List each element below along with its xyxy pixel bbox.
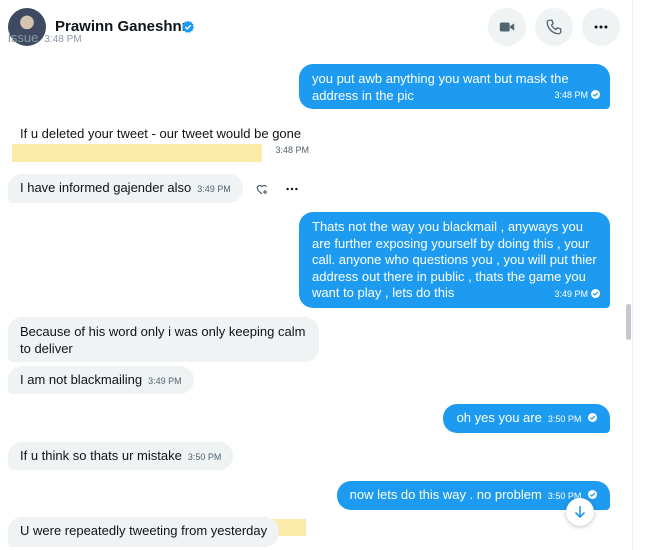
scrollbar-thumb[interactable]	[626, 304, 631, 340]
more-button[interactable]	[582, 8, 620, 46]
message-bubble[interactable]: U were repeatedly tweeting from yesterda…	[8, 517, 280, 547]
voice-call-button[interactable]	[535, 8, 573, 46]
scroll-to-bottom-button[interactable]	[566, 498, 594, 526]
message-time: 3:49 PM	[554, 286, 600, 303]
message-time: 3:48 PM	[275, 144, 309, 155]
conversation-panel: you put awb anything you want but mask t…	[0, 0, 632, 550]
scrollbar-track[interactable]	[632, 0, 663, 550]
read-check-icon	[588, 413, 597, 422]
phone-icon	[546, 19, 562, 35]
read-check-icon	[591, 289, 600, 299]
message-bubble[interactable]: If u think so thats ur mistake 3:50 PM	[8, 442, 234, 470]
message-time: 3:49 PM	[197, 184, 231, 194]
verified-badge-icon	[181, 20, 195, 33]
more-icon	[594, 25, 608, 29]
message-bubble[interactable]: Thats not the way you blackmail , anyway…	[299, 212, 610, 308]
message-time: 3:50 PM	[187, 452, 222, 462]
conversation-header: Prawinn Ganeshnn	[0, 0, 632, 52]
video-call-icon	[499, 22, 515, 32]
message-text: U were repeatedly tweeting from yesterda…	[20, 523, 268, 538]
more-options-icon[interactable]	[285, 182, 299, 196]
message-bubble[interactable]: If u deleted your tweet - our tweet woul…	[8, 119, 319, 164]
message-text: now lets do this way . no problem	[349, 487, 542, 502]
read-check-icon	[591, 90, 600, 100]
message-text: I have informed gajender also	[20, 180, 192, 195]
react-icon[interactable]	[255, 182, 269, 196]
message-text: If u think so thats ur mistake	[20, 448, 182, 463]
message-time: 3:48 PM	[554, 87, 600, 104]
message-text: issue	[8, 30, 39, 45]
message-text: oh yes you are	[456, 410, 542, 425]
previous-message-fragment: issue 3:48 PM	[8, 30, 82, 45]
message-text: If u deleted your tweet - our tweet woul…	[20, 126, 302, 141]
message-text: I am not blackmailing	[20, 372, 143, 387]
message-bubble[interactable]: oh yes you are 3:50 PM	[442, 404, 610, 433]
message-time: 3:49 PM	[148, 376, 182, 386]
message-bubble[interactable]: Because of his word only i was only keep…	[8, 317, 319, 362]
message-time: 3:48 PM	[44, 34, 82, 45]
message-text: Because of his word only i was only keep…	[20, 324, 306, 356]
arrow-down-icon	[574, 506, 586, 519]
message-time: 3:50 PM	[547, 414, 582, 424]
message-bubble[interactable]: I have informed gajender also 3:49 PM	[8, 174, 243, 203]
message-bubble[interactable]: you put awb anything you want but mask t…	[299, 64, 610, 109]
read-check-icon	[588, 490, 597, 499]
message-bubble[interactable]: I am not blackmailing 3:49 PM	[8, 366, 194, 394]
video-call-button[interactable]	[488, 8, 526, 46]
